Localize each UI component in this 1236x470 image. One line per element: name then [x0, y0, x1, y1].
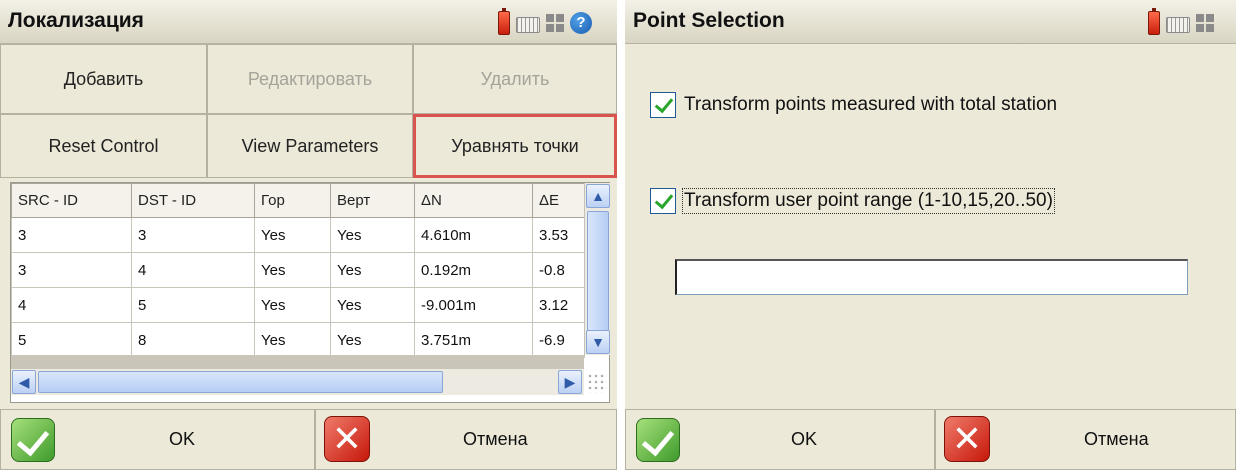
status-icons: ? [498, 8, 592, 35]
ok-button[interactable]: OK [625, 409, 935, 470]
user-range-option[interactable]: Transform user point range (1-10,15,20..… [650, 188, 1055, 214]
cell-src-id: 3 [11, 252, 132, 288]
localization-window: Локализация ? Добавить Редактировать Уда… [0, 0, 617, 470]
resize-grip-icon[interactable] [587, 373, 607, 393]
edit-button[interactable]: Редактировать [207, 44, 413, 114]
user-range-label[interactable]: Transform user point range (1-10,15,20..… [682, 188, 1055, 214]
delete-button[interactable]: Удалить [413, 44, 617, 114]
window-title: Локализация [8, 9, 144, 32]
table-row[interactable]: 4 5 Yes Yes -9.001m 3.12 [11, 287, 585, 323]
ok-label: OK [169, 429, 196, 449]
table-row[interactable]: 3 3 Yes Yes 4.610m 3.53 [11, 217, 585, 253]
user-range-checkbox[interactable] [650, 188, 676, 214]
cell-delta-e: 3.53 [532, 217, 585, 253]
point-selection-window: Point Selection Transform points measure… [625, 0, 1236, 470]
ok-label: OK [791, 429, 818, 449]
keyboard-icon[interactable] [516, 17, 540, 33]
cell-dst-id: 8 [131, 322, 255, 358]
total-station-checkbox[interactable] [650, 92, 676, 118]
adjust-points-button[interactable]: Уравнять точки [413, 114, 617, 178]
points-table: SRC - ID DST - ID Гор Верт ΔN ΔE 3 3 Yes… [11, 183, 585, 358]
cell-horizontal: Yes [254, 217, 331, 253]
window-title: Point Selection [633, 9, 785, 32]
cell-horizontal: Yes [254, 287, 331, 323]
cell-delta-n: 4.610m [414, 217, 533, 253]
total-station-option[interactable]: Transform points measured with total sta… [650, 92, 1057, 118]
cancel-label: Отмена [1084, 429, 1149, 449]
keyboard-icon[interactable] [1166, 17, 1190, 33]
help-icon[interactable]: ? [570, 12, 592, 34]
cell-delta-e: 3.12 [532, 287, 585, 323]
horizontal-scroll-thumb[interactable] [38, 371, 443, 393]
cell-delta-n: 3.751m [414, 322, 533, 358]
point-range-input[interactable] [675, 259, 1188, 295]
cell-vertical: Yes [330, 252, 415, 288]
cancel-x-icon: ✕ [324, 416, 370, 462]
vertical-scrollbar[interactable]: ▲ ▼ [584, 183, 610, 355]
cancel-button[interactable]: ✕ Отмена [315, 409, 617, 470]
cell-dst-id: 3 [131, 217, 255, 253]
cell-dst-id: 5 [131, 287, 255, 323]
cell-vertical: Yes [330, 287, 415, 323]
cell-horizontal: Yes [254, 322, 331, 358]
col-header-dst-id[interactable]: DST - ID [131, 183, 255, 218]
grid-icon[interactable] [546, 14, 564, 32]
title-bar: Point Selection [625, 0, 1236, 44]
ok-button[interactable]: OK [0, 409, 315, 470]
cell-horizontal: Yes [254, 252, 331, 288]
cell-delta-n: -9.001m [414, 287, 533, 323]
col-header-vertical[interactable]: Верт [330, 183, 415, 218]
scroll-up-icon[interactable]: ▲ [586, 184, 610, 208]
grid-empty-area [11, 355, 584, 369]
col-header-delta-n[interactable]: ΔN [414, 183, 533, 218]
grid-icon[interactable] [1196, 14, 1214, 32]
localization-grid[interactable]: SRC - ID DST - ID Гор Верт ΔN ΔE 3 3 Yes… [10, 182, 610, 403]
scroll-left-icon[interactable]: ◀ [12, 370, 36, 394]
cell-src-id: 3 [11, 217, 132, 253]
add-button[interactable]: Добавить [0, 44, 207, 114]
title-bar: Локализация ? [0, 0, 617, 44]
horizontal-scrollbar[interactable]: ◀ ▶ [11, 369, 584, 395]
cell-dst-id: 4 [131, 252, 255, 288]
col-header-horizontal[interactable]: Гор [254, 183, 331, 218]
ok-check-icon [11, 418, 55, 462]
ok-check-icon [636, 418, 680, 462]
cancel-button[interactable]: ✕ Отмена [935, 409, 1236, 470]
table-row[interactable]: 5 8 Yes Yes 3.751m -6.9 [11, 322, 585, 358]
cell-vertical: Yes [330, 322, 415, 358]
total-station-label[interactable]: Transform points measured with total sta… [684, 94, 1057, 116]
scroll-down-icon[interactable]: ▼ [586, 330, 610, 354]
cell-src-id: 4 [11, 287, 132, 323]
col-header-src-id[interactable]: SRC - ID [11, 183, 132, 218]
scroll-right-icon[interactable]: ▶ [558, 370, 582, 394]
view-parameters-button[interactable]: View Parameters [207, 114, 413, 178]
table-header-row: SRC - ID DST - ID Гор Верт ΔN ΔE [11, 183, 585, 218]
cancel-x-icon: ✕ [944, 416, 990, 462]
cell-delta-n: 0.192m [414, 252, 533, 288]
cell-delta-e: -6.9 [532, 322, 585, 358]
status-icons [1148, 8, 1214, 35]
reset-control-button[interactable]: Reset Control [0, 114, 207, 178]
cancel-label: Отмена [463, 429, 528, 449]
vertical-scroll-thumb[interactable] [587, 211, 609, 331]
cell-src-id: 5 [11, 322, 132, 358]
table-row[interactable]: 3 4 Yes Yes 0.192m -0.8 [11, 252, 585, 288]
battery-icon[interactable] [498, 8, 510, 35]
cell-delta-e: -0.8 [532, 252, 585, 288]
col-header-delta-e[interactable]: ΔE [532, 183, 585, 218]
battery-icon[interactable] [1148, 8, 1160, 35]
cell-vertical: Yes [330, 217, 415, 253]
